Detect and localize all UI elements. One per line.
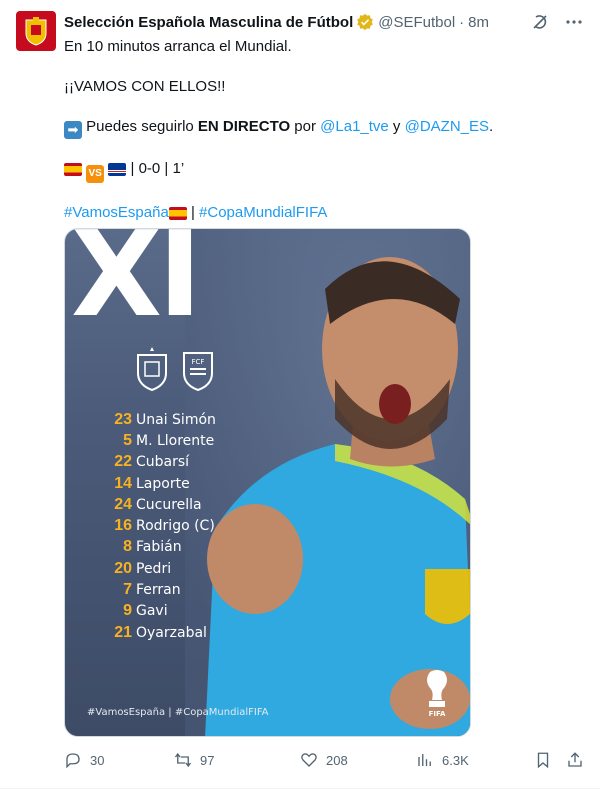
repost-button[interactable]: 97 xyxy=(174,751,214,769)
player-number: 16 xyxy=(114,517,132,535)
author-name[interactable]: Selección Española Masculina de Fútbol xyxy=(64,14,353,31)
spain-flag-icon xyxy=(168,207,187,220)
hashtag-vamos-espana[interactable]: #VamosEspaña xyxy=(64,204,169,221)
lineup-row: 16 Rodrigo (C) xyxy=(100,515,216,536)
lineup-row: 24 Cucurella xyxy=(100,494,216,515)
reply-icon xyxy=(66,753,80,769)
player-name: Unai Simón xyxy=(136,411,216,428)
player-number: 21 xyxy=(114,623,132,641)
xi-title: XI xyxy=(71,228,202,343)
tweet-line-1: En 10 minutos arranca el Mundial. xyxy=(64,38,292,55)
right-arrow-emoji-icon: ➡ xyxy=(64,121,82,139)
player-name: Oyarzabal xyxy=(136,624,207,641)
team-crests: FCF xyxy=(135,347,215,391)
grok-icon[interactable] xyxy=(530,12,550,32)
bookmark-icon xyxy=(537,752,549,769)
tweet-line-5: #VamosEspaña | #CopaMundialFIFA xyxy=(64,203,584,223)
cape-verde-flag-icon xyxy=(108,163,127,176)
views-count: 6.3K xyxy=(442,752,469,768)
share-icon xyxy=(568,752,582,767)
player-name: Ferran xyxy=(136,582,181,599)
views-icon xyxy=(418,754,431,766)
tweet-text-span: | xyxy=(186,204,200,221)
rfef-crest-icon xyxy=(25,17,47,46)
spain-flag-icon xyxy=(64,163,82,176)
fifa-label: FIFA xyxy=(429,710,446,718)
tweet-header: Selección Española Masculina de Fútbol @… xyxy=(64,12,580,32)
reply-button[interactable]: 30 xyxy=(64,751,104,769)
player-name: Fabián xyxy=(136,539,182,556)
like-icon xyxy=(301,753,317,767)
player-number: 20 xyxy=(114,559,132,577)
bookmark-button[interactable] xyxy=(534,751,552,769)
tweet-image[interactable]: XI FCF 23 Unai Simón 5 M. Llorente 22 Cubar… xyxy=(64,228,471,737)
tweet-line-2: ¡¡VAMOS CON ELLOS!! xyxy=(64,78,226,95)
tweet-text-span: por xyxy=(290,118,321,135)
lineup-row: 21 Oyarzabal xyxy=(100,622,216,643)
repost-count: 97 xyxy=(200,752,215,768)
fifa-world-cup-logo-icon: FIFA xyxy=(427,670,447,718)
vs-emoji-icon: VS xyxy=(86,165,105,183)
bold-text: EN DIRECTO xyxy=(197,118,291,135)
fcf-label: FCF xyxy=(192,358,205,366)
lineup-row: 23 Unai Simón xyxy=(100,409,216,430)
tweet-text: En 10 minutos arranca el Mundial. ¡¡VAMO… xyxy=(64,37,584,223)
fcf-crest-icon: FCF xyxy=(183,352,213,391)
separator-dot: · xyxy=(459,13,465,31)
tweet-text-span: y xyxy=(388,118,405,135)
views-button[interactable]: 6.3K xyxy=(416,751,469,769)
lineup-row: 14 Laporte xyxy=(100,473,216,494)
like-count: 208 xyxy=(326,752,348,768)
player-name: Cucurella xyxy=(136,496,202,513)
tweet-text-span: Puedes seguirlo xyxy=(82,118,198,135)
player-number: 7 xyxy=(123,581,132,599)
player-number: 8 xyxy=(123,538,132,556)
repost-icon xyxy=(174,752,192,768)
lineup-row: 9 Gavi xyxy=(100,601,216,622)
rfef-crest-icon xyxy=(137,347,167,391)
more-icon[interactable] xyxy=(564,12,584,32)
author-handle[interactable]: @SEFutbol xyxy=(378,14,455,31)
lineup-row: 7 Ferran xyxy=(100,579,216,600)
player-name: Rodrigo (C) xyxy=(136,518,215,535)
player-name: Gavi xyxy=(136,603,168,620)
player-number: 9 xyxy=(123,602,132,620)
tweet[interactable]: Selección Española Masculina de Fútbol @… xyxy=(0,0,600,789)
hashtag-copa-mundial-fifa[interactable]: #CopaMundialFIFA xyxy=(199,204,327,221)
mention-dazn-es[interactable]: @DAZN_ES xyxy=(405,118,489,135)
player-name: Cubarsí xyxy=(136,454,190,471)
tweet-line-4: VS | 0-0 | 1’ xyxy=(64,159,584,183)
player-name: Laporte xyxy=(136,475,190,492)
player-number: 5 xyxy=(123,431,132,449)
player-photo xyxy=(185,229,470,736)
player-name: M. Llorente xyxy=(136,432,215,449)
score-text: | 0-0 | 1’ xyxy=(126,160,185,177)
tweet-time[interactable]: 8m xyxy=(468,14,489,31)
lineup-row: 22 Cubarsí xyxy=(100,452,216,473)
mention-la1-tve[interactable]: @La1_tve xyxy=(320,118,389,135)
lineup-list: 23 Unai Simón 5 M. Llorente 22 Cubarsí 14 La… xyxy=(100,409,216,643)
image-caption: #VamosEspaña | #CopaMundialFIFA xyxy=(87,707,269,718)
reply-count: 30 xyxy=(90,752,105,768)
verified-badge-icon xyxy=(357,13,374,31)
author-avatar[interactable] xyxy=(16,11,56,51)
like-button[interactable]: 208 xyxy=(300,751,348,769)
player-number: 24 xyxy=(114,495,132,513)
player-number: 23 xyxy=(114,410,132,428)
player-number: 22 xyxy=(114,453,132,471)
action-bar: 30 97 208 6.3K xyxy=(64,748,588,772)
lineup-row: 5 M. Llorente xyxy=(100,430,216,451)
player-number: 14 xyxy=(114,474,132,492)
top-actions xyxy=(530,12,584,32)
lineup-row: 20 Pedri xyxy=(100,558,216,579)
player-name: Pedri xyxy=(136,560,172,577)
share-button[interactable] xyxy=(566,751,584,769)
lineup-row: 8 Fabián xyxy=(100,537,216,558)
tweet-text-span: . xyxy=(489,118,494,135)
tweet-line-3: ➡ Puedes seguirlo EN DIRECTO por @La1_tv… xyxy=(64,117,584,139)
